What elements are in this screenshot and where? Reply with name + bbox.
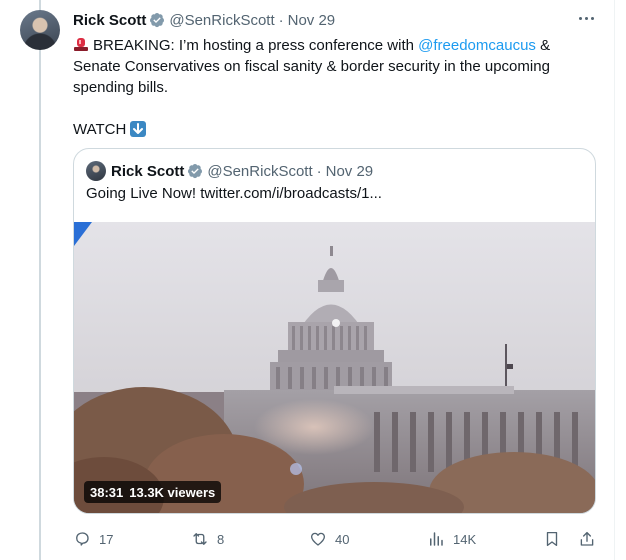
watch-label: WATCH bbox=[73, 121, 127, 138]
views-button[interactable]: 14K bbox=[427, 528, 476, 550]
reply-count: 17 bbox=[99, 531, 114, 547]
share-button[interactable] bbox=[578, 528, 604, 550]
like-count: 40 bbox=[335, 531, 350, 547]
broadcast-duration: 38:31 bbox=[90, 484, 124, 500]
broadcast-video[interactable]: 38:31 13.3K viewers bbox=[74, 222, 595, 513]
police-light-emoji bbox=[74, 38, 88, 51]
quoted-author-name: Rick Scott bbox=[111, 162, 185, 180]
tweet-text-part: BREAKING: I’m hosting a press conference… bbox=[93, 37, 419, 54]
author-handle[interactable]: @SenRickScott bbox=[169, 12, 274, 29]
capitol-scene-image bbox=[74, 222, 595, 513]
heart-icon bbox=[310, 532, 326, 546]
reply-icon bbox=[76, 532, 89, 546]
tweet-timestamp[interactable]: Nov 29 bbox=[288, 12, 336, 29]
separator-dot: · bbox=[316, 162, 322, 180]
timeline-border bbox=[614, 0, 615, 560]
tweet-text: BREAKING: I’m hosting a press conference… bbox=[73, 35, 593, 140]
author-name[interactable]: Rick Scott bbox=[73, 12, 146, 29]
thread-line bbox=[39, 0, 41, 560]
like-button[interactable]: 40 bbox=[309, 528, 349, 550]
tweet-header: Rick Scott @SenRickScott · Nov 29 bbox=[73, 10, 335, 30]
broadcast-stats-badge: 38:31 13.3K viewers bbox=[84, 481, 222, 503]
quoted-tweet-timestamp: Nov 29 bbox=[325, 162, 374, 180]
tweet-actions-bar: 17 8 40 14K bbox=[73, 528, 596, 550]
separator-dot: · bbox=[278, 11, 284, 29]
repost-count: 8 bbox=[217, 531, 225, 547]
verified-badge-icon bbox=[188, 164, 203, 179]
verified-badge-icon bbox=[150, 13, 165, 28]
mention-link[interactable]: @freedomcaucus bbox=[418, 37, 536, 54]
quoted-author-avatar bbox=[86, 161, 106, 181]
broadcast-viewers: 13.3K viewers bbox=[129, 484, 216, 500]
repost-button[interactable]: 8 bbox=[191, 528, 224, 550]
quoted-tweet-header: Rick Scott @SenRickScott · Nov 29 bbox=[86, 161, 373, 181]
author-avatar[interactable] bbox=[20, 10, 60, 50]
view-count: 14K bbox=[453, 531, 477, 547]
analytics-icon bbox=[430, 532, 443, 546]
reply-button[interactable]: 17 bbox=[73, 528, 113, 550]
down-arrow-emoji bbox=[130, 121, 147, 137]
quoted-tweet-text: Going Live Now! twitter.com/i/broadcasts… bbox=[86, 185, 382, 202]
repost-icon bbox=[193, 533, 207, 545]
bookmark-button[interactable] bbox=[543, 528, 569, 550]
more-options-icon[interactable] bbox=[578, 14, 596, 24]
quoted-tweet-card[interactable]: Rick Scott @SenRickScott · Nov 29 Going … bbox=[73, 148, 596, 514]
quoted-author-handle: @SenRickScott bbox=[207, 162, 313, 180]
bookmark-icon bbox=[546, 531, 558, 547]
share-icon bbox=[580, 531, 594, 546]
